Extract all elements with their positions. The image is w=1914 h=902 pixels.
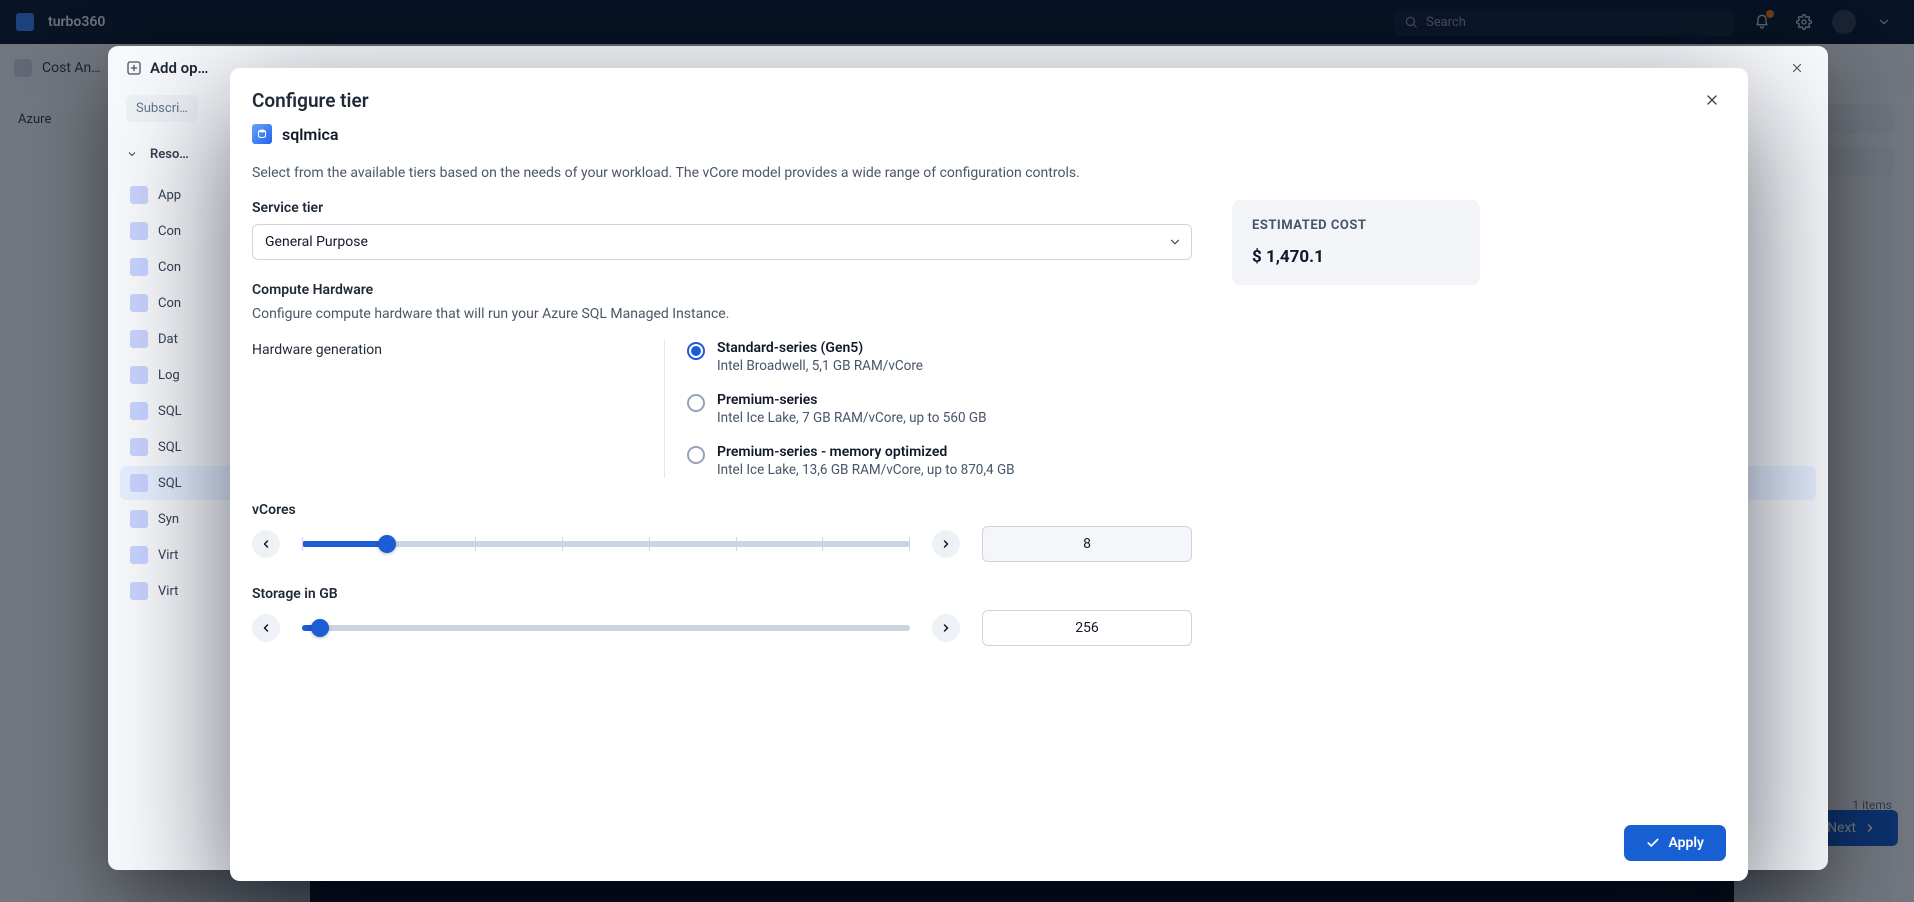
service-tier-select[interactable]: General Purpose — [252, 224, 1192, 260]
service-tier-label: Service tier — [252, 200, 1192, 216]
chevron-right-icon — [940, 538, 952, 550]
storage-label: Storage in GB — [252, 586, 1192, 602]
dialog-description: Select from the available tiers based on… — [252, 162, 1726, 184]
chevron-left-icon — [260, 538, 272, 550]
resource-name: sqlmica — [282, 125, 338, 144]
radio-icon — [687, 394, 705, 412]
radio-icon — [687, 446, 705, 464]
storage-decrease[interactable] — [252, 614, 280, 642]
close-icon — [1704, 92, 1720, 108]
apply-button[interactable]: Apply — [1624, 825, 1726, 861]
storage-increase[interactable] — [932, 614, 960, 642]
radio-icon — [687, 342, 705, 360]
hw-option-title: Premium-series - memory optimized — [717, 444, 1015, 460]
estimated-cost-title: ESTIMATED COST — [1252, 218, 1460, 233]
estimated-cost-card: ESTIMATED COST $ 1,470.1 — [1232, 200, 1480, 285]
vcores-decrease[interactable] — [252, 530, 280, 558]
hw-option-standard[interactable]: Standard-series (Gen5) Intel Broadwell, … — [687, 340, 1192, 374]
slider-thumb[interactable] — [311, 619, 329, 637]
check-icon — [1646, 836, 1660, 850]
slider-thumb[interactable] — [378, 535, 396, 553]
estimated-cost-value: $ 1,470.1 — [1252, 247, 1460, 267]
compute-hardware-desc: Configure compute hardware that will run… — [252, 306, 1192, 322]
vcores-slider[interactable] — [302, 532, 910, 556]
storage-slider[interactable] — [302, 616, 910, 640]
close-button[interactable] — [1698, 86, 1726, 114]
dialog-title: Configure tier — [252, 89, 369, 112]
sql-managed-instance-icon — [252, 124, 272, 144]
vcores-value-box — [982, 526, 1192, 562]
chevron-left-icon — [260, 622, 272, 634]
storage-input[interactable] — [983, 611, 1191, 645]
hw-option-premium[interactable]: Premium-series Intel Ice Lake, 7 GB RAM/… — [687, 392, 1192, 426]
chevron-right-icon — [940, 622, 952, 634]
hardware-generation-options: Standard-series (Gen5) Intel Broadwell, … — [664, 340, 1192, 478]
vcores-value — [983, 527, 1191, 561]
vcores-label: vCores — [252, 502, 1192, 518]
hw-option-desc: Intel Broadwell, 5,1 GB RAM/vCore — [717, 358, 923, 374]
storage-value-box[interactable] — [982, 610, 1192, 646]
hw-option-desc: Intel Ice Lake, 7 GB RAM/vCore, up to 56… — [717, 410, 987, 426]
service-tier-dropdown[interactable]: General Purpose — [252, 224, 1192, 260]
configure-tier-dialog: Configure tier sqlmica Select from the a… — [230, 68, 1748, 881]
hw-option-title: Premium-series — [717, 392, 987, 408]
hw-option-title: Standard-series (Gen5) — [717, 340, 923, 356]
hw-option-premium-memopt[interactable]: Premium-series - memory optimized Intel … — [687, 444, 1192, 478]
hw-option-desc: Intel Ice Lake, 13,6 GB RAM/vCore, up to… — [717, 462, 1015, 478]
compute-hardware-title: Compute Hardware — [252, 282, 1192, 298]
apply-button-label: Apply — [1668, 835, 1704, 851]
vcores-increase[interactable] — [932, 530, 960, 558]
hardware-generation-label: Hardware generation — [252, 340, 632, 478]
